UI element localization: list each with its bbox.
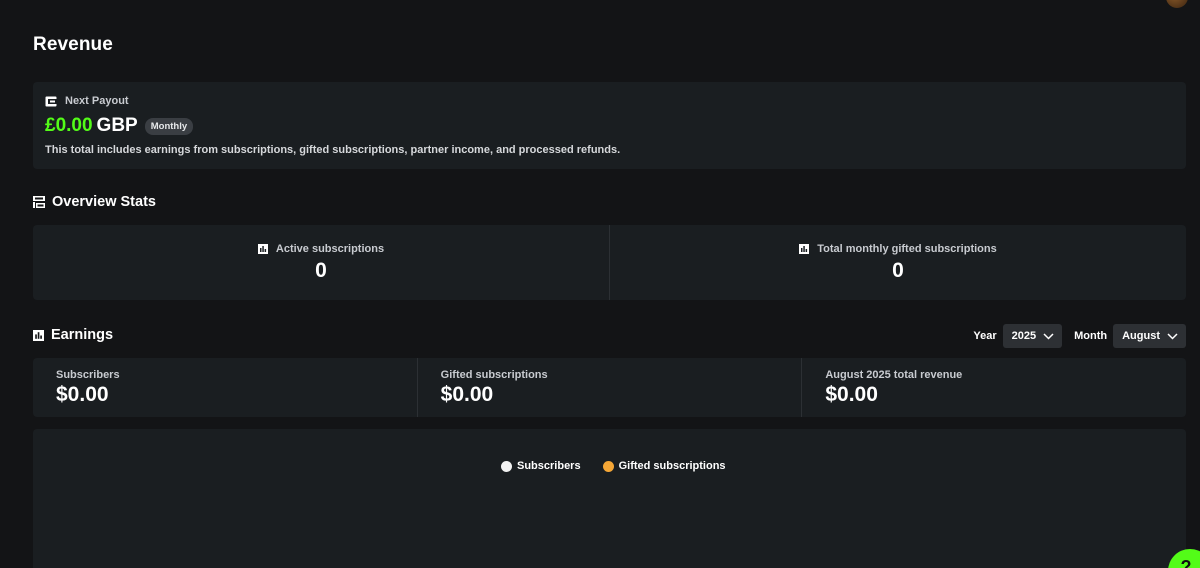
legend-swatch: [501, 460, 512, 472]
next-payout-card: Next Payout £0.00 GBP Monthly This total…: [33, 82, 1186, 169]
user-avatar[interactable]: [1166, 0, 1188, 8]
earnings-gifted: Gifted subscriptions $0.00: [416, 358, 802, 417]
earnings-label: August 2025 total revenue: [825, 369, 963, 381]
wallet-icon: [45, 96, 57, 107]
legend-label: Gifted subscriptions: [618, 460, 726, 472]
overview-stats-panel: Active subscriptions 0 Total monthly gif…: [33, 225, 1186, 300]
legend-item-gifted-subscriptions[interactable]: Gifted subscriptions: [602, 460, 726, 472]
next-payout-label: Next Payout: [65, 95, 129, 107]
legend-swatch: [602, 460, 614, 472]
stat-value: 0: [315, 259, 327, 282]
chart-icon: [799, 244, 810, 254]
earnings-label: Gifted subscriptions: [440, 369, 548, 381]
stat-label-row: Total monthly gifted subscriptions: [799, 243, 997, 255]
earnings-value: $0.00: [825, 383, 878, 406]
chevron-down-icon: [1167, 332, 1178, 340]
legend-item-subscribers[interactable]: Subscribers: [501, 460, 581, 472]
earnings-value: $0.00: [56, 383, 109, 406]
month-select[interactable]: August: [1113, 324, 1186, 348]
earnings-title: Earnings: [51, 327, 114, 343]
month-select-value: August: [1122, 330, 1160, 342]
payout-frequency-badge: Monthly: [144, 117, 194, 135]
chevron-down-icon: [1043, 332, 1054, 340]
payout-currency: GBP: [96, 115, 138, 136]
earnings-heading: Earnings: [33, 327, 113, 343]
chart-legend: Subscribers Gifted subscriptions: [501, 460, 726, 472]
stat-label: Active subscriptions: [275, 243, 385, 255]
chart-icon: [33, 329, 44, 341]
stat-label: Total monthly gifted subscriptions: [817, 243, 997, 255]
year-label: Year: [973, 330, 997, 342]
earnings-total-revenue: August 2025 total revenue $0.00: [801, 358, 1186, 417]
payout-description: This total includes earnings from subscr…: [45, 144, 621, 156]
stat-total-monthly-gifted: Total monthly gifted subscriptions 0: [609, 225, 1186, 300]
legend-label: Subscribers: [517, 460, 581, 472]
earnings-filters: Year 2025 Month August: [973, 324, 1186, 348]
earnings-chart: Subscribers Gifted subscriptions: [33, 429, 1186, 568]
earnings-label: Subscribers: [56, 369, 120, 381]
month-label: Month: [1074, 330, 1108, 342]
chart-icon: [257, 244, 268, 254]
help-icon: ?: [1180, 556, 1192, 568]
earnings-subscribers: Subscribers $0.00: [33, 358, 417, 417]
payout-amount: £0.00 GBP Monthly: [45, 115, 194, 137]
stat-value: 0: [892, 259, 904, 282]
next-payout-header: Next Payout: [45, 95, 129, 107]
overview-stats-title: Overview Stats: [52, 194, 156, 210]
payout-amount-value: £0.00: [45, 115, 93, 136]
page-title: Revenue: [33, 34, 113, 55]
stat-label-row: Active subscriptions: [257, 243, 385, 255]
year-select[interactable]: 2025: [1002, 324, 1063, 348]
earnings-value: $0.00: [440, 383, 494, 406]
overview-stats-heading: Overview Stats: [33, 194, 156, 210]
earnings-summary: Subscribers $0.00 Gifted subscriptions $…: [33, 358, 1186, 417]
dashboard-icon: [33, 196, 45, 208]
year-select-value: 2025: [1011, 330, 1037, 342]
stat-active-subscriptions: Active subscriptions 0: [33, 225, 609, 300]
